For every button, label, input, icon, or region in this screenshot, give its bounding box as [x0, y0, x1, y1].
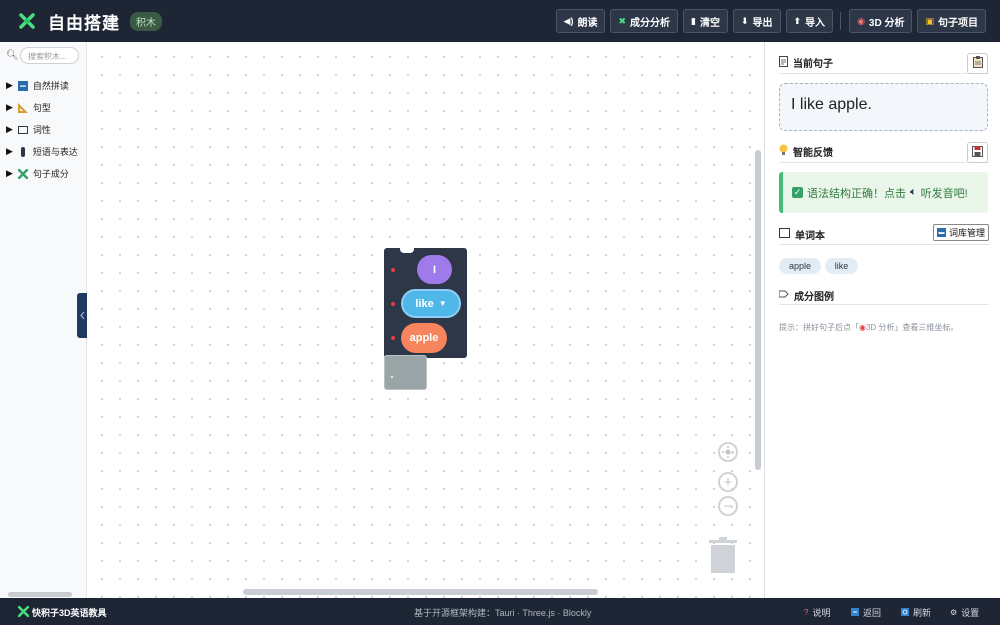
app-header: 自由搭建 积木 ◀) 朗读 ✖ 成分分析 ▮ 清空 ⬇ 导出 ⬆ 导入 ◉ 3D 分析 ▣ 句…	[0, 0, 1000, 42]
copy-button[interactable]	[967, 53, 988, 74]
section-divider	[779, 244, 989, 245]
box-icon	[18, 125, 29, 135]
section-divider	[779, 73, 989, 74]
refresh-link[interactable]: 刷新	[901, 606, 931, 619]
footer-app-name: 快积子3D英语教具	[32, 608, 107, 618]
empty-block[interactable]	[384, 355, 427, 390]
clipboard-icon	[972, 56, 983, 71]
analyze-button[interactable]: ✖ 成分分析	[610, 9, 679, 33]
recenter-icon[interactable]	[718, 442, 738, 462]
blue-square-icon	[18, 80, 29, 91]
listen-link[interactable]: 听发音吧!	[921, 185, 968, 201]
clear-button[interactable]: ▮ 清空	[683, 9, 728, 33]
vertical-scrollbar[interactable]	[755, 150, 761, 470]
trash-icon: ▮	[691, 15, 696, 26]
toolbox-search: 🔍︎ 搜索积木...	[6, 47, 79, 64]
vocab-chip[interactable]: apple	[779, 258, 821, 274]
trash-icon[interactable]	[709, 535, 737, 573]
section-divider	[779, 162, 989, 163]
current-sentence-heading: 当前句子	[779, 55, 833, 70]
hint-text: 提示：拼好句子后点「◉3D 分析」查看三维坐标。	[779, 323, 959, 332]
footer-credits: 基于开源框架构建：Tauri · Three.js · Blockly	[414, 608, 592, 618]
toolbox-scrollbar[interactable]	[8, 592, 72, 597]
tag-icon	[778, 290, 789, 301]
feedback-heading: 智能反馈	[779, 144, 833, 159]
back-link[interactable]: 返回	[851, 606, 881, 619]
mode-badge: 积木	[130, 11, 162, 31]
feedback-message: ✓ 语法结构正确！点击 🔈︎ 听发音吧!	[779, 172, 988, 213]
expand-arrow-icon: ▶	[6, 80, 13, 90]
expand-arrow-icon: ▶	[6, 102, 13, 112]
back-icon	[851, 607, 859, 618]
check-icon: ✓	[792, 187, 803, 198]
zoom-in-icon[interactable]: +	[718, 472, 738, 492]
gear-icon: ⚙	[950, 608, 958, 617]
category-sentence-components[interactable]: ▶ 句子成分	[6, 167, 69, 180]
zoom-out-icon[interactable]: −	[718, 496, 738, 516]
current-sentence-display: I like apple.	[779, 83, 988, 131]
section-divider	[779, 304, 989, 305]
block-notch	[400, 248, 414, 253]
upload-icon: ⬆	[793, 15, 802, 26]
refresh-icon	[901, 607, 909, 618]
category-phonics[interactable]: ▶ 自然拼读	[6, 79, 69, 92]
category-part-of-speech[interactable]: ▶ 词性	[6, 123, 51, 136]
save-icon	[972, 145, 983, 160]
target-icon: ◉	[857, 15, 865, 26]
app-footer: 快积子3D英语教具 基于开源框架构建：Tauri · Three.js · Bl…	[0, 598, 1000, 625]
box-icon	[779, 228, 790, 241]
speaker-icon: ◀)	[563, 15, 574, 26]
toolbar: ◀) 朗读 ✖ 成分分析 ▮ 清空 ⬇ 导出 ⬆ 导入 ◉ 3D 分析 ▣ 句子项目	[551, 9, 986, 33]
question-icon: ?	[804, 608, 809, 617]
dropdown-arrow-icon[interactable]: ▼	[439, 299, 447, 308]
expand-arrow-icon: ▶	[6, 168, 13, 178]
save-feedback-button[interactable]	[967, 142, 988, 163]
expand-arrow-icon: ▶	[6, 146, 13, 156]
page-title: 自由搭建	[48, 13, 120, 33]
puzzle-icon: ✖	[618, 15, 627, 26]
category-sentence-pattern[interactable]: ▶ 句型	[6, 101, 51, 114]
pill-icon	[18, 146, 29, 157]
puzzle-logo-icon	[18, 12, 36, 30]
expand-arrow-icon: ▶	[6, 124, 13, 134]
puzzle-logo-icon	[17, 605, 30, 618]
ruler-icon	[18, 102, 29, 113]
search-input[interactable]: 搜索积木...	[20, 47, 79, 64]
toolbar-divider	[840, 12, 842, 30]
help-link[interactable]: ? 说明	[804, 606, 830, 619]
vocab-heading: 单词本	[779, 227, 825, 242]
export-button[interactable]: ⬇ 导出	[732, 9, 781, 33]
horizontal-scrollbar[interactable]	[243, 589, 598, 595]
info-panel: 当前句子 I like apple. 智能反馈 ✓ 语法结构正确！点击 🔈︎ 听…	[764, 42, 1000, 598]
settings-link[interactable]: ⚙ 设置	[950, 606, 979, 619]
document-icon	[779, 55, 788, 70]
download-icon: ⬇	[740, 15, 749, 26]
block-connector-dot	[391, 302, 395, 306]
toolbox-panel: 🔍︎ 搜索积木... ▶ 自然拼读 ▶ 句型 ▶ 词性 ▶ 短语与表达 ▶ 句子…	[0, 42, 87, 598]
empty-block-dot	[391, 376, 393, 378]
lightbulb-icon	[779, 144, 788, 159]
collapse-handle[interactable]	[77, 293, 87, 338]
word-block-like[interactable]: like ▼	[401, 289, 461, 318]
import-button[interactable]: ⬆ 导入	[785, 9, 834, 33]
category-phrases[interactable]: ▶ 短语与表达	[6, 145, 78, 158]
vocab-manage-button[interactable]: ▬ 词库管理	[933, 224, 989, 241]
target-icon: ◉	[859, 323, 866, 332]
speaker-icon[interactable]: 🔈︎	[910, 186, 917, 199]
block-connector-dot	[391, 336, 395, 340]
puzzle-icon	[18, 168, 29, 179]
legend-heading: 成分图例	[778, 288, 834, 303]
word-block-apple[interactable]: apple	[401, 323, 447, 353]
read-button[interactable]: ◀) 朗读	[555, 9, 606, 33]
vocab-chip[interactable]: like	[825, 258, 858, 274]
blue-square-icon: ▬	[937, 228, 946, 237]
word-block-i[interactable]: I	[417, 255, 452, 284]
sentence-project-button[interactable]: ▣ 句子项目	[917, 9, 986, 33]
project-icon: ▣	[925, 15, 934, 26]
block-connector-dot	[391, 268, 395, 272]
search-icon: 🔍︎	[6, 50, 19, 61]
analysis-3d-button[interactable]: ◉ 3D 分析	[849, 9, 913, 33]
